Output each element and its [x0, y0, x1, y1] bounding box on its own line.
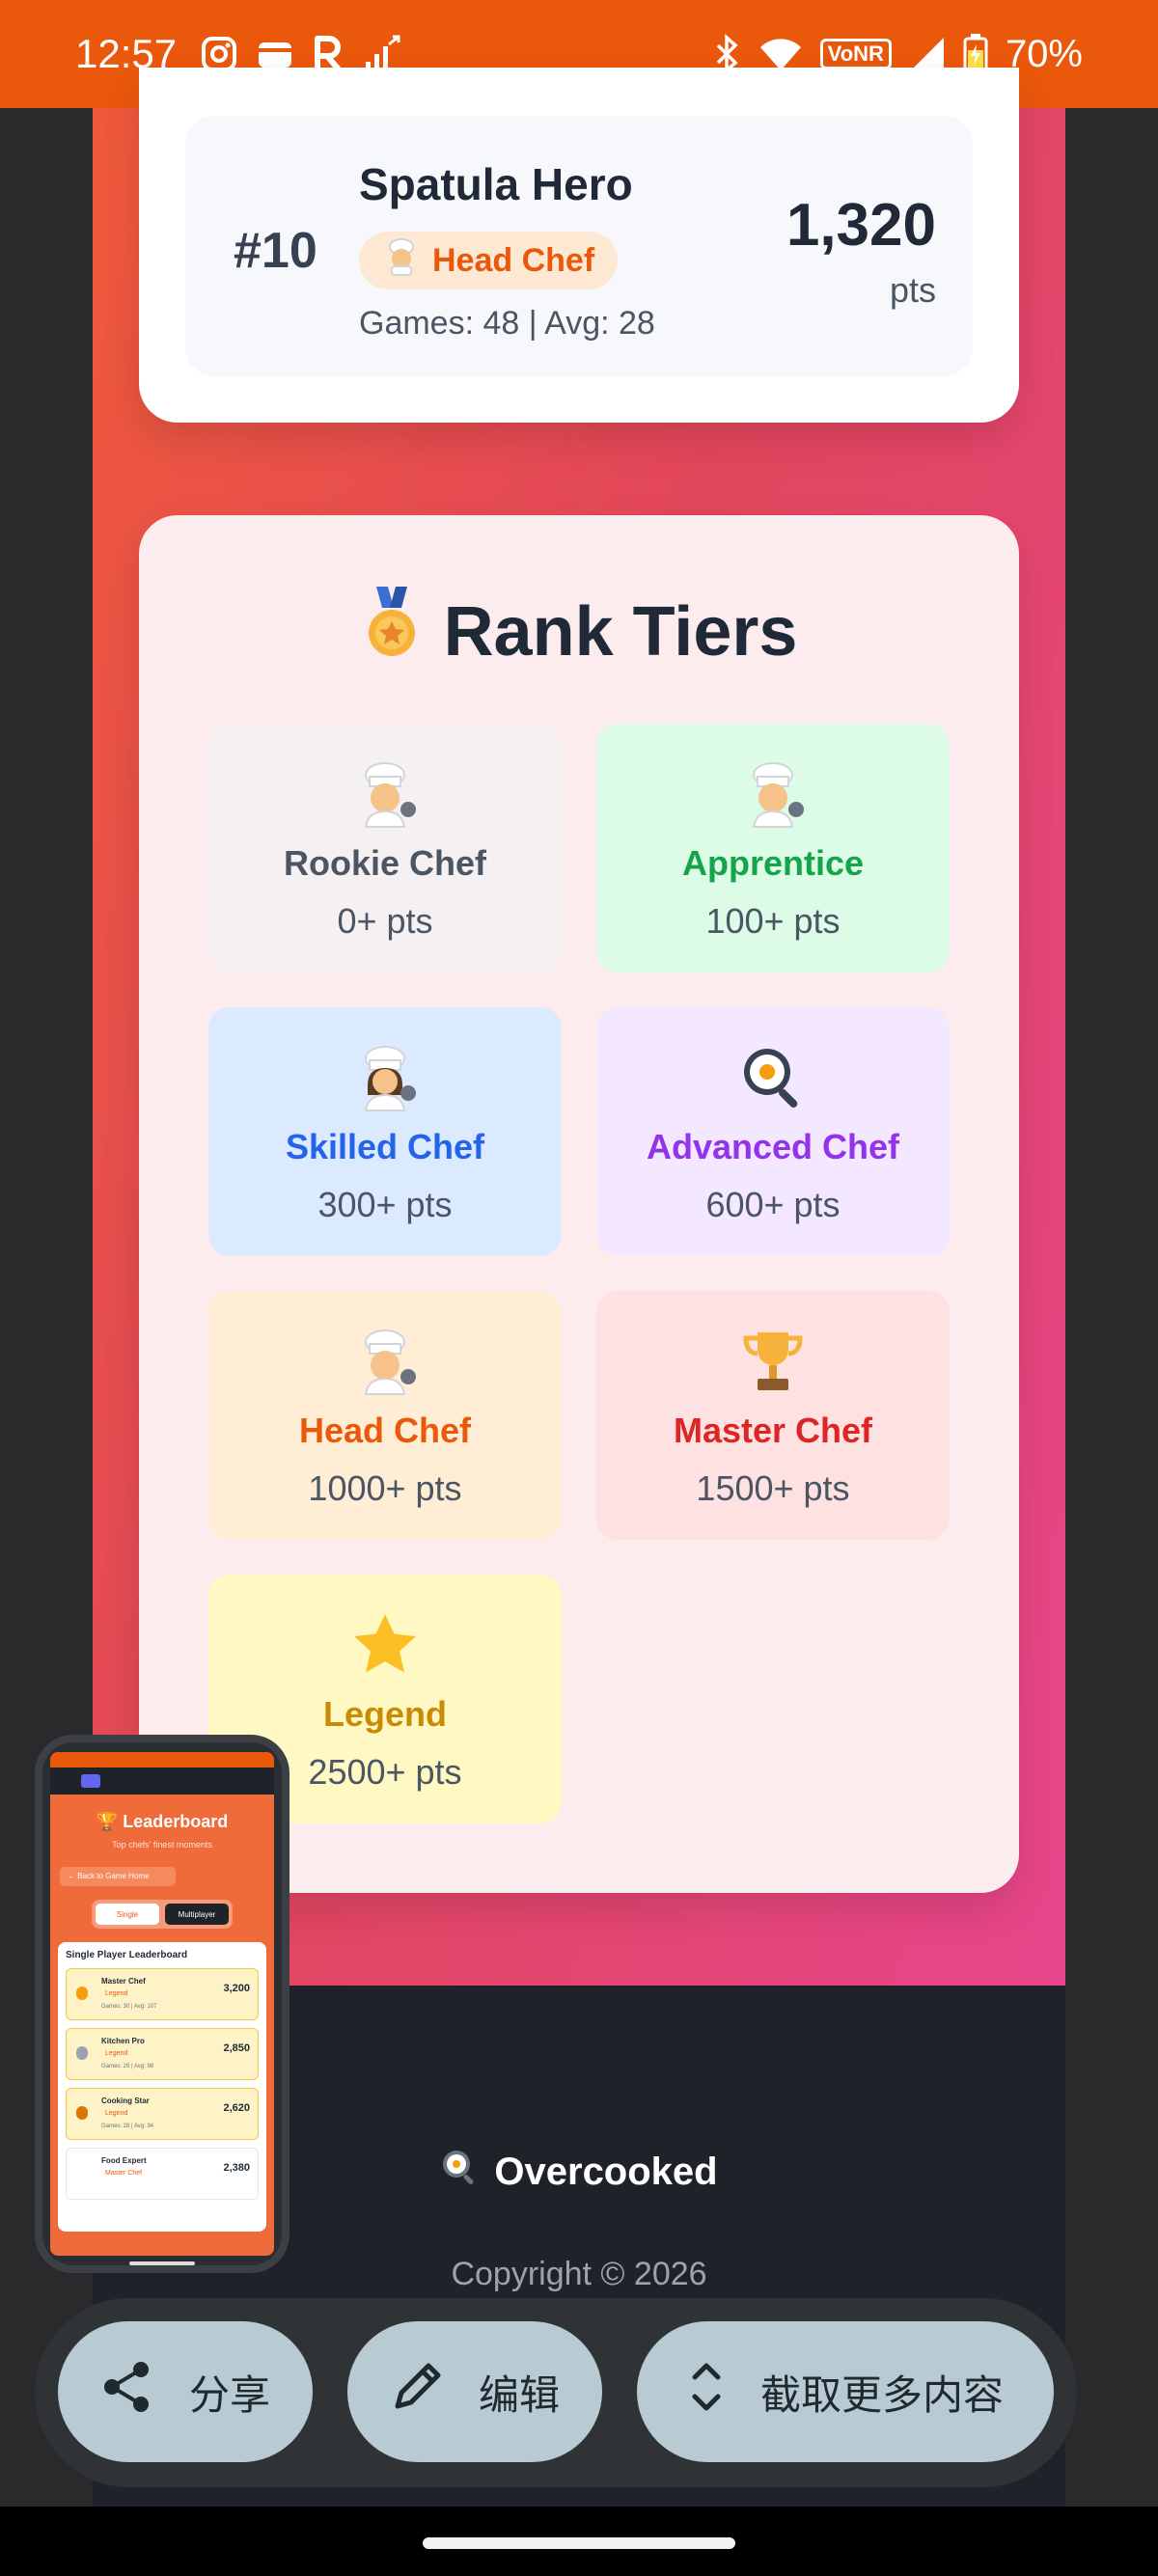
tier-name: Master Chef — [673, 1411, 873, 1450]
thumbnail-row-badge: Master Chef — [105, 2170, 143, 2177]
thumbnail-row-score: 2,850 — [223, 2042, 250, 2054]
tier-card-advanced-chef: Advanced Chef 600+ pts — [596, 1007, 950, 1256]
scroll-capture-label: 截取更多内容 — [759, 2370, 1004, 2419]
thumbnail-status-bar — [50, 1752, 274, 1768]
thumbnail-topbar — [50, 1768, 274, 1795]
thumbnail-single-tab: Single — [96, 1904, 159, 1925]
thumbnail-row-name: Kitchen Pro — [101, 2037, 145, 2045]
tier-points: 100+ pts — [705, 901, 841, 941]
thumbnail-row-badge: Legend — [105, 2110, 128, 2117]
tier-points: 1000+ pts — [308, 1468, 462, 1508]
medal-icon — [76, 2106, 88, 2120]
footer-brand-name: Overcooked — [494, 2150, 718, 2193]
rank-tiers-card: Rank Tiers Rookie Chef 0+ pts Apprentice… — [139, 515, 1019, 1893]
share-button[interactable]: 分享 — [58, 2321, 313, 2462]
tier-name: Skilled Chef — [285, 1127, 485, 1166]
thumbnail-row-stats: Games: 29 | Avg: 98 — [101, 2064, 154, 2069]
trophy-icon — [738, 1326, 808, 1397]
pencil-icon — [390, 2360, 444, 2424]
thumbnail-row-score: 2,380 — [223, 2162, 250, 2174]
medal-icon — [76, 2046, 88, 2060]
thumbnail-row-score: 2,620 — [223, 2102, 250, 2114]
thumbnail-row-name: Master Chef — [101, 1977, 146, 1986]
tier-points: 0+ pts — [337, 901, 433, 941]
thumbnail-row: Kitchen Pro Legend Games: 29 | Avg: 98 2… — [66, 2028, 259, 2080]
thumbnail-row-name: Cooking Star — [101, 2096, 150, 2105]
star-icon — [350, 1609, 420, 1681]
edit-label: 编辑 — [478, 2370, 560, 2419]
tier-points: 300+ pts — [317, 1185, 453, 1224]
thumbnail-pill — [81, 1774, 100, 1788]
tier-points: 2500+ pts — [308, 1752, 462, 1792]
thumbnail-row-badge: Legend — [105, 2050, 128, 2057]
tier-name: Legend — [322, 1694, 447, 1734]
tier-name: Apprentice — [681, 843, 865, 883]
thumbnail-row-stats: Games: 28 | Avg: 94 — [101, 2124, 154, 2129]
tier-card-rookie-chef: Rookie Chef 0+ pts — [208, 724, 562, 973]
tier-points: 600+ pts — [705, 1185, 841, 1224]
thumbnail-multiplayer-tab: Multiplayer — [165, 1904, 229, 1925]
thumbnail-row-score: 3,200 — [223, 1983, 250, 1994]
thumbnail-row: Cooking Star Legend Games: 28 | Avg: 94 … — [66, 2088, 259, 2140]
chef-icon — [738, 758, 808, 830]
thumbnail-back-button: ← Back to Game Home — [60, 1867, 176, 1886]
thumbnail-subtitle: Top chefs' finest moments — [112, 1840, 212, 1850]
expand-vertical-icon — [687, 2358, 726, 2425]
woman-chef-icon — [350, 1042, 420, 1113]
player-score-unit: pts — [889, 270, 936, 310]
home-gesture-handle[interactable] — [423, 2537, 735, 2549]
share-icon — [100, 2360, 154, 2424]
frying-pan-icon — [738, 1042, 808, 1113]
thumbnail-row-badge: Legend — [105, 1990, 128, 1997]
tier-points: 1500+ pts — [696, 1468, 850, 1508]
thumbnail-mode-toggle: Single Multiplayer — [92, 1900, 233, 1929]
tier-name: Head Chef — [298, 1411, 472, 1450]
tier-name: Rookie Chef — [283, 843, 487, 883]
thumbnail-screen: 🏆 Leaderboard Top chefs' finest moments … — [50, 1752, 274, 2256]
player-name: Spatula Hero — [359, 159, 633, 209]
tier-card-apprentice: Apprentice 100+ pts — [596, 724, 950, 973]
tier-name: Advanced Chef — [646, 1127, 900, 1166]
chef-icon — [350, 758, 420, 830]
edit-button[interactable]: 编辑 — [347, 2321, 602, 2462]
rank-number: #10 — [234, 223, 317, 279]
thumbnail-leaderboard-panel: Single Player Leaderboard Master Chef Le… — [58, 1942, 266, 2232]
screenshot-toolbar: 分享 编辑 截取更多内容 — [35, 2298, 1077, 2487]
wallet-icon — [256, 37, 294, 71]
tier-card-master-chef: Master Chef 1500+ pts — [596, 1291, 950, 1540]
chef-icon — [350, 1326, 420, 1397]
network-badge: VoNR — [819, 39, 892, 69]
thumbnail-title-text: Leaderboard — [123, 1812, 229, 1831]
thumbnail-home-indicator — [129, 2261, 195, 2265]
rank-badge: Head Chef — [359, 232, 619, 289]
tier-card-skilled-chef: Skilled Chef 300+ pts — [208, 1007, 562, 1256]
medal-icon — [76, 1987, 88, 2000]
thumbnail-row-stats: Games: 30 | Avg: 107 — [101, 2004, 157, 2010]
rank-tiers-title: Rank Tiers — [443, 592, 798, 671]
medal-icon — [361, 585, 423, 678]
thumbnail-row: Food Expert Master Chef 2,380 — [66, 2148, 259, 2200]
chef-icon — [382, 237, 421, 285]
rank-tiers-heading: Rank Tiers — [139, 585, 1019, 678]
thumbnail-title: 🏆 Leaderboard — [96, 1812, 229, 1831]
thumbnail-row: Master Chef Legend Games: 30 | Avg: 107 … — [66, 1968, 259, 2020]
share-label: 分享 — [188, 2370, 270, 2419]
rank-badge-label: Head Chef — [432, 241, 595, 279]
thumbnail-row-name: Food Expert — [101, 2156, 147, 2165]
screenshot-thumbnail[interactable]: 🏆 Leaderboard Top chefs' finest moments … — [35, 1735, 290, 2273]
frying-pan-icon — [440, 2148, 479, 2196]
leaderboard-row[interactable]: #10 Spatula Hero Head Chef Games: 48 | A… — [185, 116, 973, 376]
scroll-capture-button[interactable]: 截取更多内容 — [637, 2321, 1054, 2462]
thumbnail-panel-title: Single Player Leaderboard — [66, 1950, 188, 1960]
player-stats: Games: 48 | Avg: 28 — [359, 305, 655, 342]
player-score: 1,320 — [786, 192, 936, 259]
tier-card-head-chef: Head Chef 1000+ pts — [208, 1291, 562, 1540]
leaderboard-card: #10 Spatula Hero Head Chef Games: 48 | A… — [139, 68, 1019, 423]
